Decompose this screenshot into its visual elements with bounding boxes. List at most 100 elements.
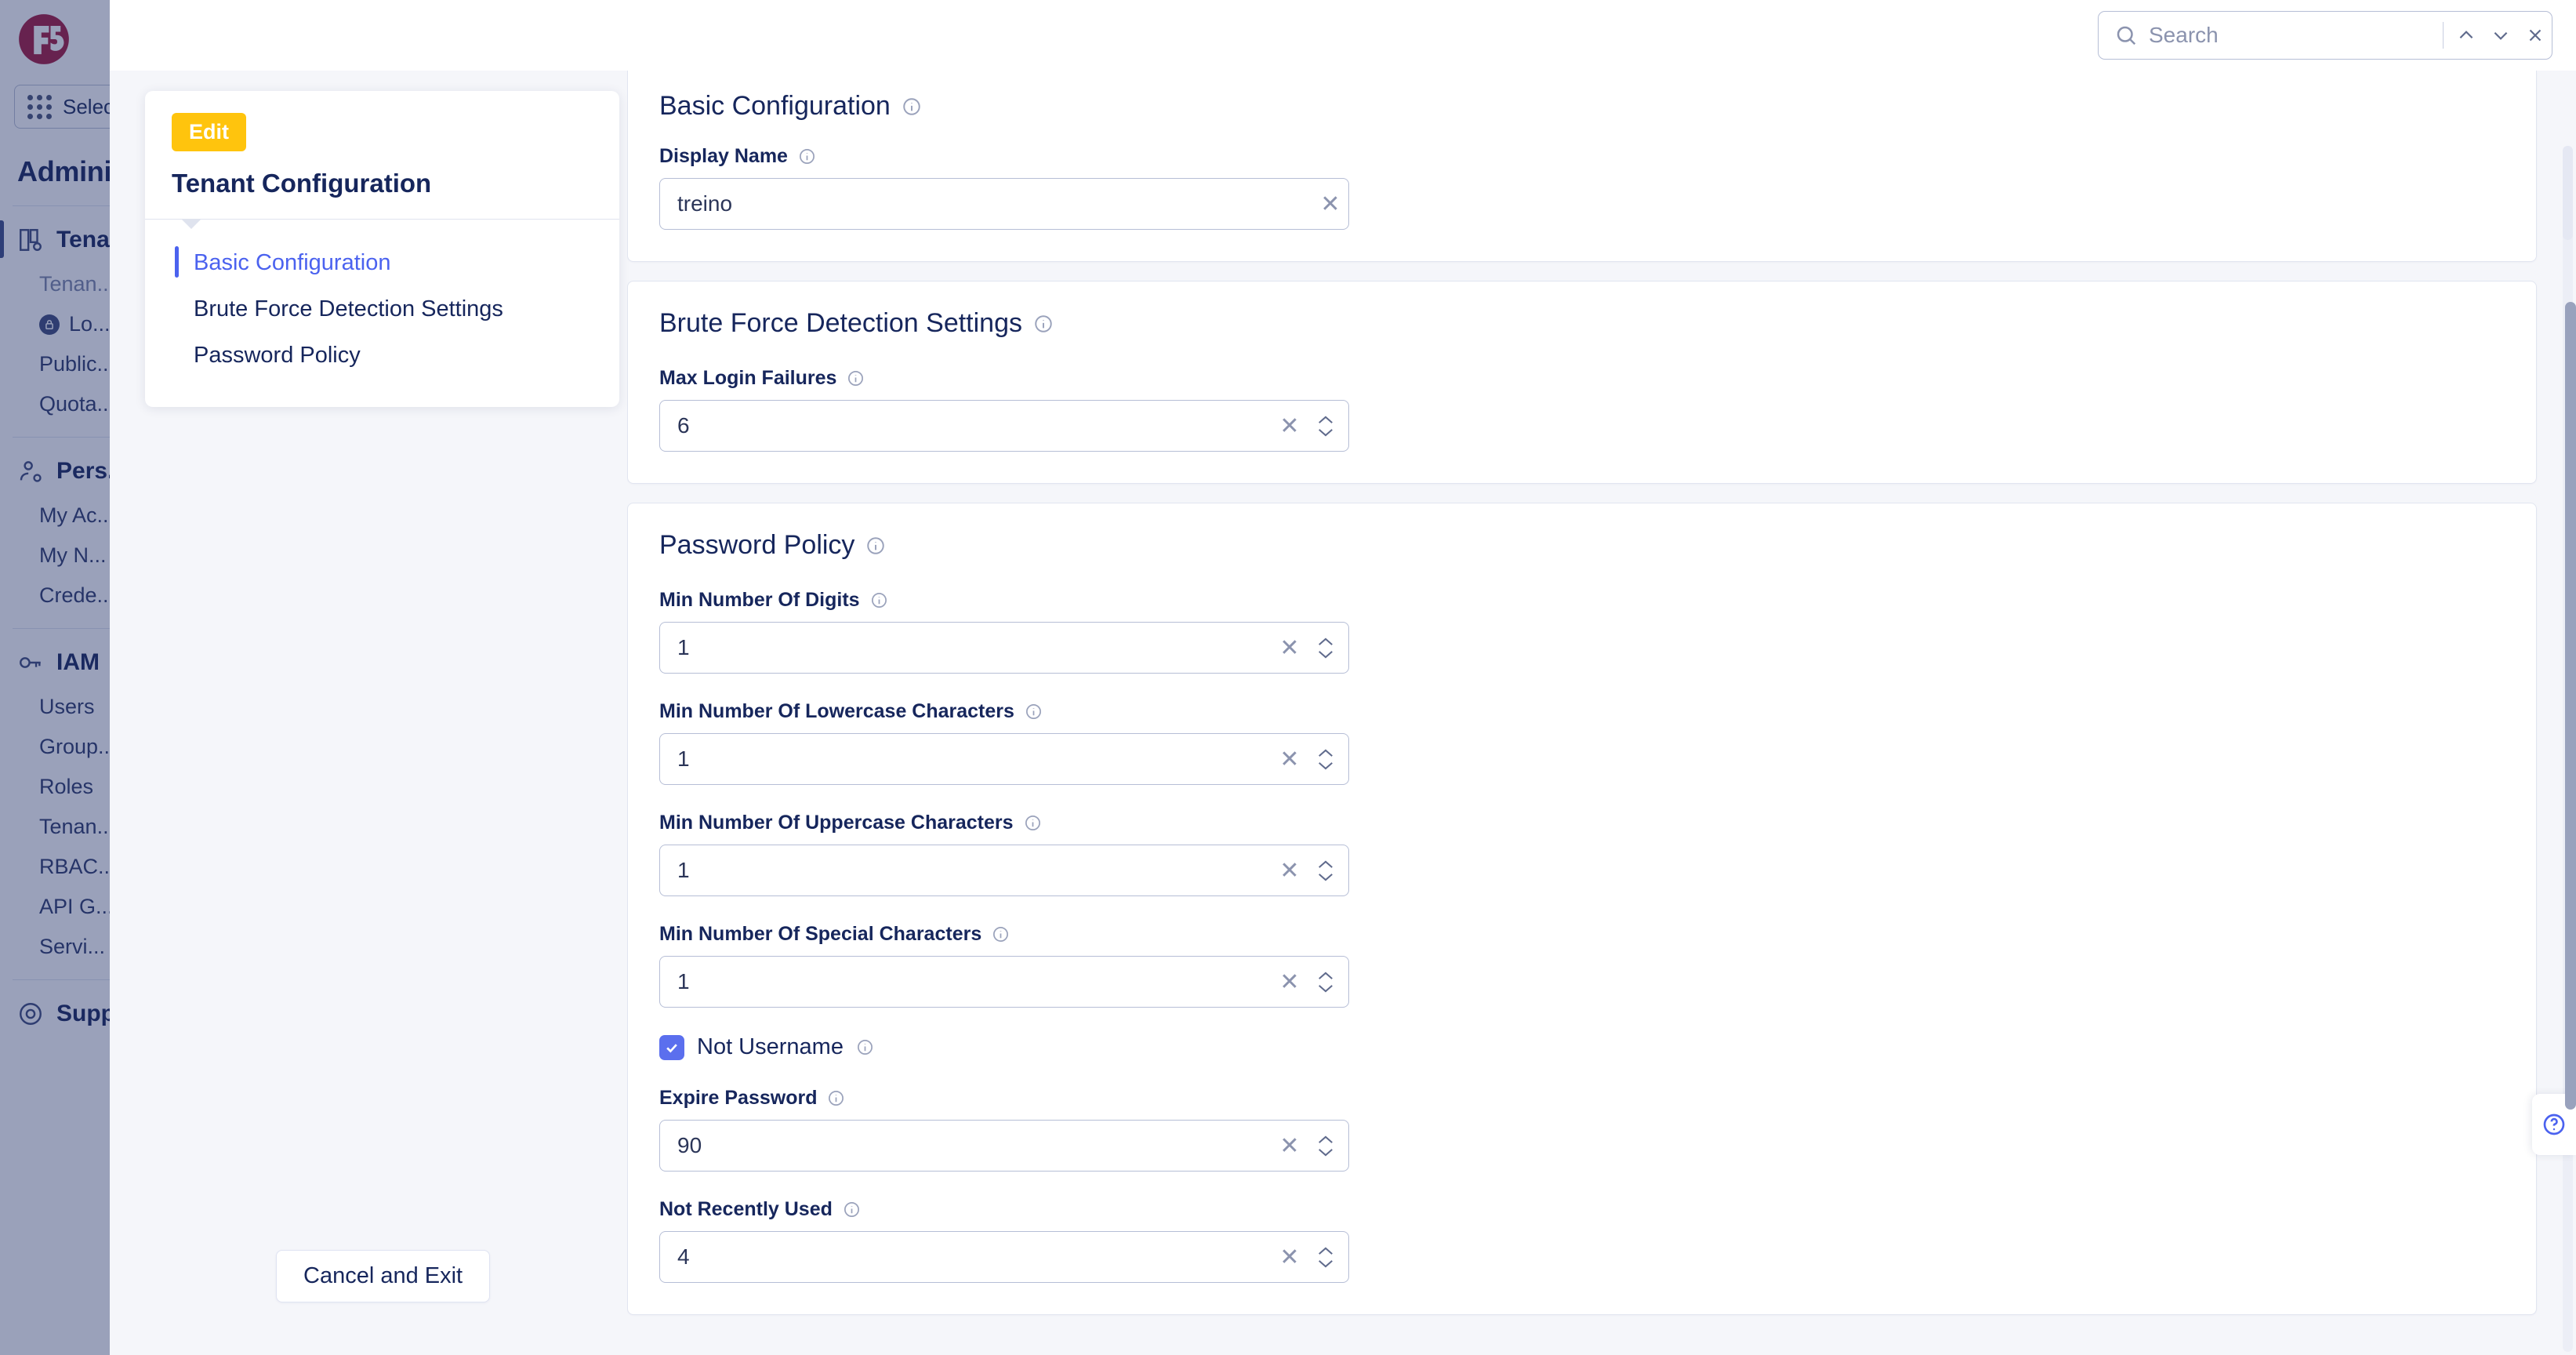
expire-password-input-wrap[interactable]: ✕ xyxy=(659,1120,1349,1172)
info-icon[interactable] xyxy=(865,536,886,556)
search-icon xyxy=(2114,24,2138,47)
clear-x-icon[interactable]: ✕ xyxy=(1272,1128,1308,1164)
field-max-login-failures: Max Login Failures ✕ xyxy=(659,367,2505,452)
search-box[interactable] xyxy=(2098,11,2552,60)
wizard-nav-item-brute-force-detection-settings[interactable]: Brute Force Detection Settings xyxy=(145,286,619,332)
clear-x-icon[interactable]: ✕ xyxy=(1272,408,1308,444)
info-icon[interactable] xyxy=(847,369,865,387)
wizard-body: Edit Tenant Configuration Basic Configur… xyxy=(110,71,2576,1355)
chevron-down-icon[interactable] xyxy=(1317,649,1334,659)
chevron-up-icon[interactable] xyxy=(1317,637,1334,647)
wizard-nav-item-basic-configuration[interactable]: Basic Configuration xyxy=(145,240,619,286)
clear-x-icon[interactable]: ✕ xyxy=(1272,1239,1308,1275)
max-login-failures-input[interactable] xyxy=(660,413,1272,438)
chevron-down-icon[interactable] xyxy=(1317,872,1334,882)
info-icon[interactable] xyxy=(1025,703,1043,721)
field-min-special-label: Min Number Of Special Characters xyxy=(659,923,981,946)
not-recently-used-stepper[interactable] xyxy=(1308,1237,1344,1277)
info-icon[interactable] xyxy=(992,925,1010,943)
min-special-stepper[interactable] xyxy=(1308,962,1344,1001)
not-recently-used-input[interactable] xyxy=(660,1244,1272,1270)
clear-x-icon[interactable]: ✕ xyxy=(1272,741,1308,777)
f5-logo xyxy=(17,13,71,66)
wizard-nav-separator xyxy=(145,219,619,220)
section-password-policy-title: Password Policy xyxy=(659,530,2505,561)
min-uppercase-input-wrap[interactable]: ✕ xyxy=(659,845,1349,896)
field-not-recently-used-label-row: Not Recently Used xyxy=(659,1198,2505,1221)
expire-password-stepper[interactable] xyxy=(1308,1126,1344,1165)
chevron-up-icon[interactable] xyxy=(1317,1246,1334,1256)
sidebar-item-login-label: Lo... xyxy=(69,312,111,336)
chevron-down-icon[interactable] xyxy=(1317,1147,1334,1157)
chevron-down-icon[interactable] xyxy=(1317,1259,1334,1269)
chevron-down-icon xyxy=(2491,25,2511,45)
info-icon[interactable] xyxy=(843,1201,861,1219)
lock-icon xyxy=(39,314,60,335)
chevron-up-icon[interactable] xyxy=(1317,971,1334,981)
min-digits-input-wrap[interactable]: ✕ xyxy=(659,622,1349,674)
info-icon[interactable] xyxy=(902,96,922,117)
field-min-uppercase: Min Number Of Uppercase Characters ✕ xyxy=(659,812,2505,896)
section-password-policy: Password Policy Min Number Of Digits xyxy=(627,503,2537,1315)
chevron-up-icon[interactable] xyxy=(1317,1135,1334,1145)
min-lowercase-input-wrap[interactable]: ✕ xyxy=(659,733,1349,785)
field-min-special-label-row: Min Number Of Special Characters xyxy=(659,923,2505,946)
check-icon xyxy=(664,1040,680,1055)
chevron-down-icon[interactable] xyxy=(1317,983,1334,994)
display-name-input[interactable] xyxy=(660,191,1312,216)
info-icon[interactable] xyxy=(798,147,816,165)
max-login-failures-input-wrap[interactable]: ✕ xyxy=(659,400,1349,452)
section-brute-force-title: Brute Force Detection Settings xyxy=(659,308,2505,339)
clear-x-icon[interactable]: ✕ xyxy=(1272,630,1308,666)
wizard-nav-list: Basic Configuration Brute Force Detectio… xyxy=(145,220,619,379)
search-next-button[interactable] xyxy=(2489,15,2513,56)
chevron-up-icon[interactable] xyxy=(1317,859,1334,870)
search-input[interactable] xyxy=(2149,23,2432,48)
page-scrollbar[interactable] xyxy=(2565,141,2576,1355)
chevron-up-icon[interactable] xyxy=(1317,748,1334,758)
min-special-input[interactable] xyxy=(660,969,1272,994)
clear-x-icon[interactable]: ✕ xyxy=(1272,852,1308,888)
cancel-exit-wrap: Cancel and Exit xyxy=(276,1250,490,1302)
not-recently-used-input-wrap[interactable]: ✕ xyxy=(659,1231,1349,1283)
min-lowercase-stepper[interactable] xyxy=(1308,739,1344,779)
cancel-and-exit-button[interactable]: Cancel and Exit xyxy=(276,1250,490,1302)
chevron-up-icon[interactable] xyxy=(1317,415,1334,425)
field-max-login-failures-label: Max Login Failures xyxy=(659,367,836,390)
field-not-username: Not Username xyxy=(659,1034,2505,1060)
info-icon[interactable] xyxy=(870,591,888,609)
expire-password-input[interactable] xyxy=(660,1133,1272,1158)
wizard-title: Tenant Configuration xyxy=(172,169,619,198)
search-prev-button[interactable] xyxy=(2454,15,2478,56)
max-login-failures-stepper[interactable] xyxy=(1308,406,1344,445)
search-separator xyxy=(2443,22,2444,49)
clear-x-icon[interactable]: ✕ xyxy=(1312,186,1348,222)
section-brute-force-label: Brute Force Detection Settings xyxy=(659,308,1022,339)
info-icon[interactable] xyxy=(1024,814,1042,832)
min-uppercase-stepper[interactable] xyxy=(1308,851,1344,890)
edit-badge[interactable]: Edit xyxy=(172,113,246,151)
info-icon[interactable] xyxy=(856,1038,874,1056)
min-uppercase-input[interactable] xyxy=(660,858,1272,883)
min-special-input-wrap[interactable]: ✕ xyxy=(659,956,1349,1008)
section-basic-configuration-title: Basic Configuration xyxy=(659,91,2505,122)
field-min-digits: Min Number Of Digits ✕ xyxy=(659,589,2505,674)
page-scrollbar-thumb[interactable] xyxy=(2565,302,2576,1110)
field-display-name-label-row: Display Name xyxy=(659,145,2505,168)
sidebar-active-indicator xyxy=(0,220,4,258)
info-icon[interactable] xyxy=(1033,314,1054,334)
min-lowercase-input[interactable] xyxy=(660,747,1272,772)
display-name-input-wrap[interactable]: ✕ xyxy=(659,178,1349,230)
key-icon xyxy=(17,649,44,676)
not-username-checkbox[interactable] xyxy=(659,1035,684,1060)
min-digits-stepper[interactable] xyxy=(1308,628,1344,667)
info-icon[interactable] xyxy=(827,1089,845,1107)
search-close-button[interactable] xyxy=(2523,15,2547,56)
field-min-digits-label-row: Min Number Of Digits xyxy=(659,589,2505,612)
wizard-nav-item-password-policy[interactable]: Password Policy xyxy=(145,332,619,379)
min-digits-input[interactable] xyxy=(660,635,1272,660)
clear-x-icon[interactable]: ✕ xyxy=(1272,964,1308,1000)
chevron-down-icon[interactable] xyxy=(1317,761,1334,771)
wizard-nav-card: Edit Tenant Configuration Basic Configur… xyxy=(145,91,619,407)
chevron-down-icon[interactable] xyxy=(1317,427,1334,438)
